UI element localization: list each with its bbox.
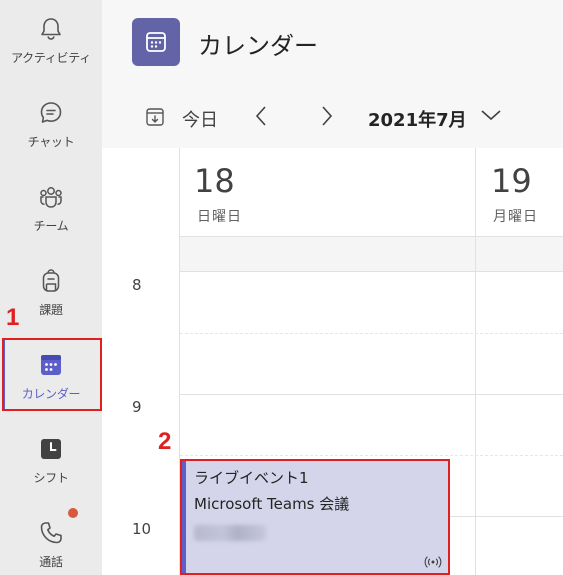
teams-icon — [40, 186, 62, 208]
phone-icon — [40, 521, 62, 543]
chevron-left-icon — [255, 106, 266, 126]
rail-item-activity[interactable]: アクティビティ — [0, 2, 102, 78]
all-day-row[interactable] — [180, 236, 475, 272]
today-calendar-icon[interactable] — [144, 106, 166, 128]
bell-icon — [41, 17, 61, 40]
today-button[interactable]: 今日 — [182, 106, 218, 132]
notification-badge — [68, 508, 78, 518]
half-hour-line — [180, 333, 563, 334]
page-title: カレンダー — [198, 32, 318, 60]
hour-label-8: 8 — [132, 276, 142, 294]
highlight-box-event — [180, 459, 450, 575]
day-name-monday: 月曜日 — [493, 209, 538, 225]
hour-label-10: 10 — [132, 520, 152, 538]
shifts-clock-icon — [41, 438, 61, 459]
app-icon — [132, 18, 180, 66]
half-hour-line — [180, 455, 563, 456]
step-number-2: 2 — [158, 428, 172, 455]
day-name-sunday: 日曜日 — [197, 209, 242, 225]
next-week-button[interactable] — [320, 104, 334, 134]
chevron-down-icon[interactable] — [480, 108, 502, 122]
rail-label-assignments: 課題 — [39, 302, 63, 317]
calendar-toolbar: 今日 2021年7月 — [102, 88, 563, 148]
app-rail: アクティビティ チャット チーム 課題 カレンダー シフト 通話 — [0, 0, 102, 575]
rail-label-shifts: シフト — [33, 470, 69, 485]
backpack-icon — [42, 268, 60, 292]
rail-item-shifts[interactable]: シフト — [0, 422, 102, 498]
hour-line — [180, 394, 563, 395]
day-number-18: 18 — [194, 162, 235, 200]
rail-label-chat: チャット — [27, 134, 75, 149]
page-header: カレンダー — [102, 0, 563, 88]
rail-item-teams[interactable]: チーム — [0, 170, 102, 246]
rail-label-activity: アクティビティ — [11, 50, 91, 65]
rail-label-teams: チーム — [33, 218, 69, 233]
hour-label-9: 9 — [132, 398, 142, 416]
rail-item-calls[interactable]: 通話 — [0, 506, 102, 575]
calendar-icon — [146, 32, 166, 52]
highlight-box-calendar — [2, 338, 102, 411]
rail-label-calls: 通話 — [39, 554, 63, 569]
chevron-right-icon — [322, 106, 333, 126]
month-selector[interactable]: 2021年7月 — [368, 106, 467, 132]
previous-week-button[interactable] — [254, 104, 268, 134]
rail-item-chat[interactable]: チャット — [0, 86, 102, 162]
all-day-row[interactable] — [476, 236, 563, 272]
day-number-19: 19 — [491, 162, 532, 200]
chat-icon — [40, 101, 62, 123]
step-number-1: 1 — [6, 304, 20, 331]
column-divider — [475, 148, 476, 575]
